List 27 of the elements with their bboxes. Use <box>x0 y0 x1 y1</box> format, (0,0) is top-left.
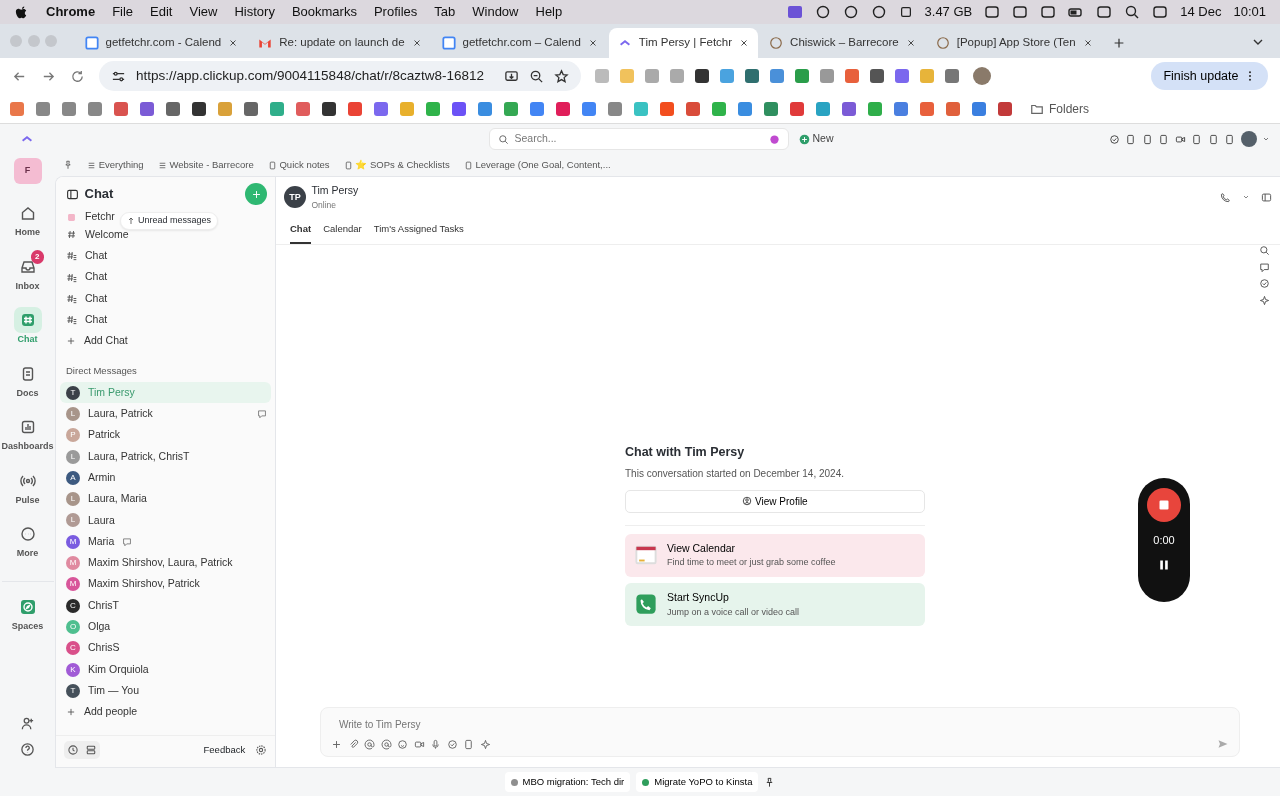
user-avatar: L <box>66 406 80 421</box>
intro-text: This conversation started on December 14, 2024. <box>625 466 845 481</box>
user-avatar: C <box>66 641 80 656</box>
user-avatar: T <box>66 683 80 698</box>
memory-reading: 3.47 GB <box>924 3 973 22</box>
sidebar-title: Chat <box>84 185 114 204</box>
user-avatar: A <box>66 470 80 485</box>
user-avatar: TP <box>284 186 306 209</box>
user-avatar: O <box>66 619 80 634</box>
conversation-title: Tim Persy <box>311 183 359 198</box>
user-avatar: T <box>66 385 80 400</box>
menubar-time: 10:01 <box>1233 3 1266 22</box>
user-avatar: M <box>66 577 80 592</box>
user-avatar: L <box>66 492 80 507</box>
presence-status: Online <box>311 198 338 212</box>
notification-badge: 2 <box>31 249 44 264</box>
recording-timer: 0:00 <box>1153 533 1175 548</box>
user-avatar: P <box>66 428 80 443</box>
user-avatar: L <box>66 449 80 464</box>
user-avatar: M <box>66 534 80 549</box>
user-avatar: L <box>66 513 80 528</box>
user-avatar: C <box>66 598 80 613</box>
user-avatar: M <box>66 556 80 571</box>
section-header: Direct Messages <box>65 363 138 378</box>
intro-title: Chat with Tim Persy <box>625 443 746 461</box>
menubar-date: 14 Dec <box>1180 3 1222 22</box>
user-avatar: K <box>66 662 80 677</box>
